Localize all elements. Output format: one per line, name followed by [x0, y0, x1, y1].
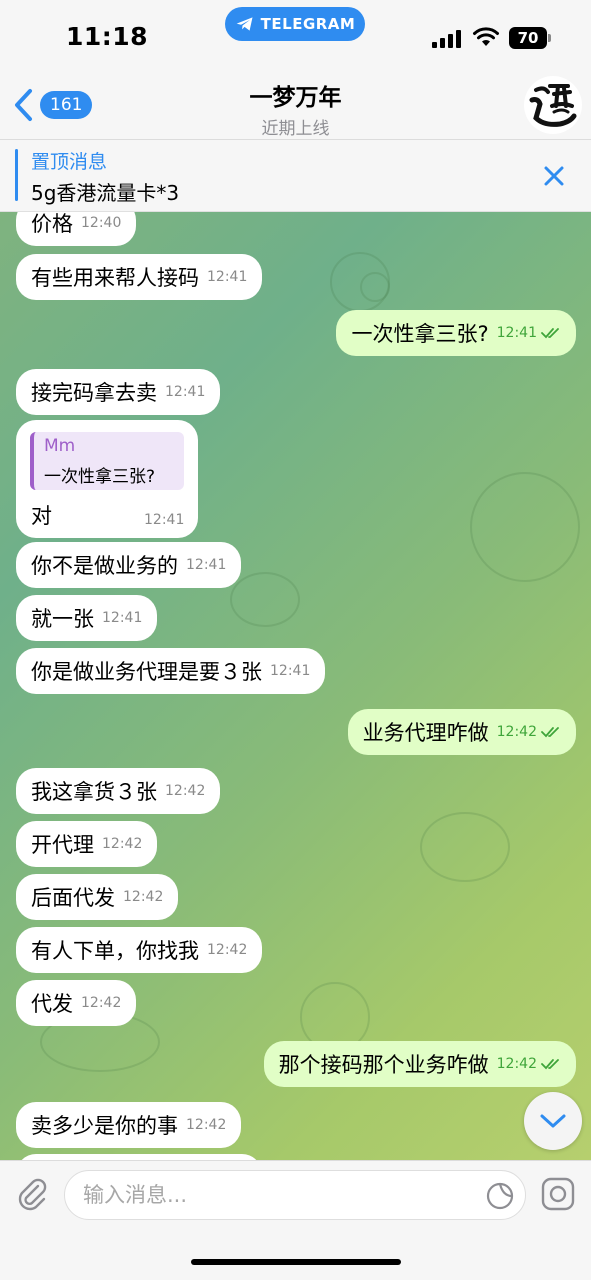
- message-text: 有些用来帮人接码: [31, 266, 199, 290]
- message-time: 12:42: [123, 889, 164, 905]
- pinned-label: 置顶消息: [31, 151, 108, 173]
- message-time: 12:42: [186, 1117, 227, 1133]
- background-doodle: [230, 572, 300, 627]
- read-ticks-icon: [541, 328, 559, 339]
- message-time: 12:42: [496, 724, 537, 740]
- message-incoming[interactable]: 接完码拿去卖 12:41: [16, 369, 221, 415]
- battery-icon: 70: [509, 27, 547, 49]
- message-incoming[interactable]: 开代理 12:42: [16, 821, 158, 867]
- message-text: 你不是做业务的: [31, 554, 178, 578]
- chat-header: 161 一梦万年 近期上线: [0, 70, 591, 140]
- pinned-text: 5g香港流量卡*3: [31, 181, 180, 205]
- message-text: 就一张: [31, 607, 94, 631]
- message-incoming[interactable]: 有些用来帮人接码 12:41: [16, 254, 263, 300]
- telegram-pill[interactable]: TELEGRAM: [225, 7, 365, 41]
- message-time: 12:41: [186, 557, 227, 573]
- message-text: 你是做业务代理是要３张: [31, 660, 262, 684]
- message-incoming[interactable]: 你不是做业务的 12:41: [16, 542, 242, 588]
- signal-icon: [432, 28, 461, 48]
- scroll-to-bottom-button[interactable]: [524, 1092, 582, 1150]
- message-time: 12:42: [207, 942, 248, 958]
- chat-messages-area[interactable]: 价格 12:40 有些用来帮人接码 12:41 一次性拿三张? 12:41 接完…: [0, 212, 591, 1160]
- home-indicator: [191, 1259, 401, 1265]
- message-time: 12:41: [207, 269, 248, 285]
- message-incoming[interactable]: 后面代发 12:42: [16, 874, 179, 920]
- message-time: 12:42: [165, 783, 206, 799]
- chevron-down-icon: [540, 1114, 566, 1128]
- pinned-indicator: [15, 149, 18, 201]
- message-incoming[interactable]: 价格 12:40: [16, 212, 137, 246]
- message-text: 有人下单，你找我: [31, 939, 199, 963]
- message-text: 我这拿货３张: [31, 780, 157, 804]
- wifi-icon: [473, 27, 499, 46]
- reply-quote[interactable]: Mm 一次性拿三张?: [30, 432, 184, 490]
- close-icon[interactable]: [540, 162, 568, 190]
- message-text: 卖多少是你的事: [31, 1114, 178, 1138]
- battery-nub: [548, 34, 551, 42]
- message-time: 12:42: [81, 995, 122, 1011]
- message-incoming[interactable]: 有人下单，你找我 12:42: [16, 927, 263, 973]
- message-outgoing[interactable]: 那个接码那个业务咋做 12:42: [263, 1041, 576, 1087]
- message-text: 对: [31, 504, 52, 528]
- sticker-icon[interactable]: [485, 1181, 515, 1211]
- message-time: 12:41: [496, 325, 537, 341]
- clock: 11:18: [66, 22, 149, 51]
- message-time: 12:41: [102, 610, 143, 626]
- message-time: 12:41: [144, 512, 185, 528]
- message-text: 业务代理咋做: [362, 721, 489, 745]
- message-text: 那个接码那个业务咋做: [278, 1053, 489, 1077]
- message-time: 12:41: [270, 663, 311, 679]
- message-input[interactable]: [83, 1171, 463, 1219]
- message-text: 一次性拿三张?: [351, 322, 489, 346]
- message-incoming[interactable]: 我这拿货３张 12:42: [16, 768, 221, 814]
- last-seen-status: 近期上线: [261, 119, 330, 139]
- message-field[interactable]: [64, 1170, 526, 1220]
- reply-author: Mm: [44, 436, 76, 456]
- read-ticks-icon: [541, 1059, 559, 1070]
- message-incoming[interactable]: 代发 12:42: [16, 980, 137, 1026]
- message-time: 12:41: [165, 384, 206, 400]
- message-text: 后面代发: [31, 886, 115, 910]
- camera-icon[interactable]: [540, 1176, 576, 1212]
- message-incoming[interactable]: 你是做业务代理是要３张 12:41: [16, 648, 326, 694]
- read-ticks-icon: [541, 727, 559, 738]
- app-pill-label: TELEGRAM: [260, 15, 356, 33]
- message-incoming[interactable]: 就一张 12:41: [16, 595, 158, 641]
- telegram-icon: [236, 17, 253, 31]
- message-text: 开代理: [31, 833, 94, 857]
- message-text: 价格: [31, 212, 73, 236]
- paperclip-icon[interactable]: [14, 1176, 50, 1212]
- calligraphy-avatar-icon: [529, 84, 577, 127]
- pinned-message-bar[interactable]: 置顶消息 5g香港流量卡*3: [0, 140, 591, 212]
- message-text: 接完码拿去卖: [31, 381, 157, 405]
- message-incoming-reply[interactable]: Mm 一次性拿三张? 对 12:41: [16, 420, 198, 538]
- reply-quoted-text: 一次性拿三张?: [44, 467, 156, 487]
- message-outgoing[interactable]: 业务代理咋做 12:42: [347, 709, 576, 755]
- message-time: 12:42: [496, 1056, 537, 1072]
- background-doodle: [360, 272, 390, 302]
- message-outgoing[interactable]: 一次性拿三张? 12:41: [336, 310, 576, 356]
- message-incoming[interactable]: 卖多少是你的事 12:42: [16, 1102, 242, 1148]
- message-text: 代发: [31, 992, 73, 1016]
- chat-title-block[interactable]: 一梦万年 近期上线: [0, 78, 591, 139]
- background-doodle: [470, 472, 580, 582]
- status-bar: 11:18 TELEGRAM 70: [0, 0, 591, 70]
- message-time: 12:42: [102, 836, 143, 852]
- chat-title: 一梦万年: [249, 85, 342, 111]
- avatar[interactable]: [524, 76, 582, 134]
- message-time: 12:40: [81, 215, 122, 231]
- background-doodle: [420, 812, 510, 882]
